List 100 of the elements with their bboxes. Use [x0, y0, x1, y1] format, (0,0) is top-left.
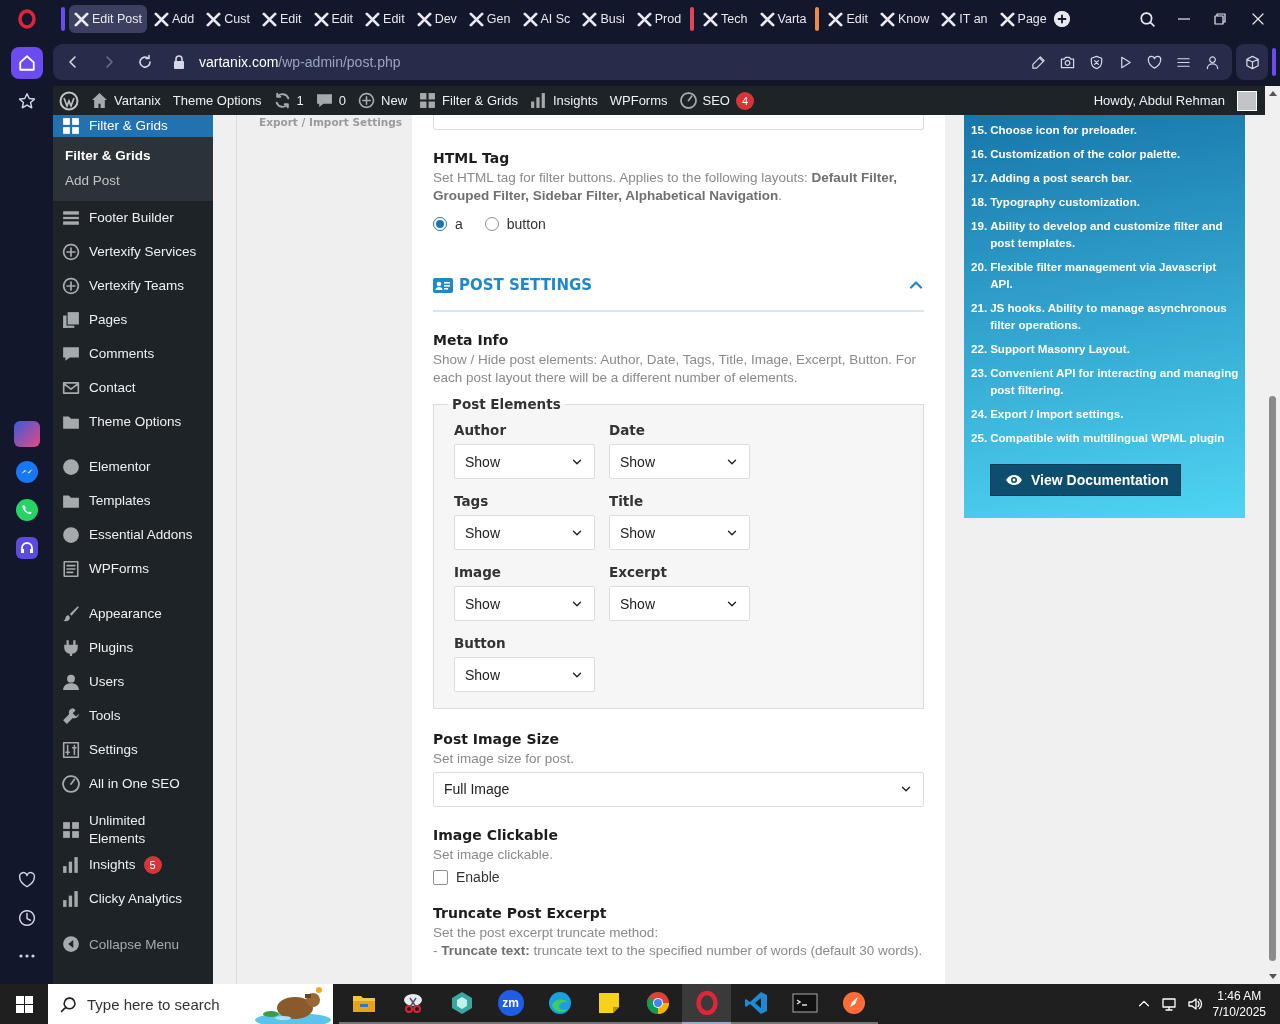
menu-item[interactable]: Footer Builder — [53, 201, 213, 235]
windows-logo[interactable] — [15, 995, 33, 1013]
field-description: Set image clickable. — [433, 845, 555, 863]
menu-item[interactable]: Pages — [53, 303, 213, 337]
scroll-down-icon[interactable] — [1268, 974, 1277, 980]
browser-tab[interactable]: AI Sc — [517, 5, 576, 33]
browser-tab[interactable]: Tech — [698, 5, 753, 33]
admin-bar-link[interactable]: 0 — [315, 92, 347, 109]
admin-bar-link[interactable]: SEO 4 — [679, 91, 754, 110]
menu-item[interactable]: Settings — [53, 733, 213, 767]
taskbar-button[interactable]: zm — [486, 984, 535, 1024]
select-field[interactable]: Show — [609, 515, 750, 550]
circle-icon — [61, 458, 81, 476]
headphones-icon[interactable] — [14, 535, 39, 560]
cross-logo-icon — [416, 11, 432, 27]
menu-item[interactable]: Theme Options — [53, 405, 213, 439]
new-tab-icon[interactable] — [1053, 11, 1070, 27]
logo-icon[interactable] — [59, 90, 79, 111]
app-icon[interactable] — [13, 420, 40, 447]
menu-item[interactable]: Elementor — [53, 450, 213, 484]
menu-item[interactable]: WPForms — [53, 552, 213, 586]
select-field[interactable]: Show — [454, 515, 595, 550]
menu-item[interactable]: Comments — [53, 337, 213, 371]
select-field[interactable]: Show — [609, 444, 750, 479]
home-button[interactable] — [10, 47, 43, 79]
menu-item[interactable]: Contact — [53, 371, 213, 405]
search-field[interactable]: Type here to search — [48, 984, 333, 1024]
radio-label[interactable]: button — [506, 216, 546, 232]
radio-label[interactable]: a — [455, 216, 463, 232]
menu-item[interactable]: Filter & Grids — [53, 115, 213, 137]
admin-bar-link[interactable]: Vartanix — [91, 92, 161, 109]
speech-bubble-icon — [61, 345, 81, 363]
clock-date[interactable]: 7/10/2025 — [1212, 1004, 1266, 1020]
select-field[interactable]: Show — [454, 657, 595, 692]
select-field[interactable]: Show — [454, 444, 595, 479]
browser-tab[interactable]: Edit — [360, 5, 410, 33]
submenu-item[interactable]: Filter & Grids — [53, 143, 151, 168]
menu-item[interactable]: Users — [53, 665, 213, 699]
speech-bubble-icon — [315, 92, 333, 109]
pinwheel-icon — [645, 991, 670, 1015]
select-field[interactable]: Full Image — [433, 771, 924, 807]
admin-bar-link[interactable]: WPForms — [609, 93, 668, 108]
section-title[interactable]: POST SETTINGS — [459, 276, 902, 294]
sliders-icon — [61, 741, 81, 759]
browser-tab[interactable]: Know — [875, 5, 935, 33]
menu-item[interactable]: Plugins — [53, 631, 213, 665]
checkbox[interactable] — [433, 869, 448, 885]
browser-tab[interactable]: Edit — [308, 5, 359, 33]
group-legend: Post Elements — [448, 396, 565, 412]
browser-tab[interactable]: Add — [149, 5, 200, 33]
browser-tab[interactable]: Cust — [201, 5, 255, 33]
avatar[interactable] — [1237, 90, 1257, 111]
phone-bubble-icon[interactable] — [14, 497, 39, 522]
menu-item[interactable]: Essential Addons — [53, 518, 213, 552]
browser-tab[interactable]: Edit Post — [69, 5, 148, 33]
menu-item[interactable]: Unlimited Elements — [53, 812, 213, 848]
greeting[interactable]: Howdy, Abdul Rehman — [1093, 93, 1225, 108]
menu-item[interactable]: Appearance — [53, 597, 213, 631]
clock-time[interactable]: 1:46 AM — [1217, 988, 1262, 1004]
select-field[interactable]: Show — [609, 586, 750, 621]
browser-tab[interactable]: IT an — [936, 5, 993, 33]
browser-tab[interactable]: Dev — [411, 5, 462, 33]
chat-bubble-icon[interactable] — [14, 459, 39, 484]
field-title: HTML Tag — [433, 150, 511, 166]
menu-item[interactable]: Tools — [53, 699, 213, 733]
submenu-item[interactable]: Add Post — [53, 168, 120, 193]
menu-item[interactable]: Templates — [53, 484, 213, 518]
more-icon[interactable] — [18, 954, 35, 958]
menu-item[interactable]: Clicky Analytics — [53, 882, 213, 916]
note-icon — [597, 992, 620, 1014]
sidebar-handle[interactable] — [1272, 48, 1276, 76]
rocket-icon — [841, 991, 866, 1015]
browser-tab[interactable]: Gen — [463, 5, 516, 33]
input-field[interactable] — [433, 115, 924, 130]
menu-item[interactable]: Vertexify Services — [53, 235, 213, 269]
browser-tab[interactable]: Busi — [577, 5, 630, 33]
ring-logo[interactable] — [17, 9, 36, 29]
menu-item[interactable]: Insights 5 — [53, 848, 213, 882]
menu-item[interactable]: Vertexify Teams — [53, 269, 213, 303]
admin-bar-link[interactable]: Insights — [529, 92, 598, 109]
browser-tab[interactable]: Edit — [823, 5, 873, 33]
cross-logo-icon — [582, 11, 598, 27]
select-field[interactable]: Show — [454, 586, 595, 621]
checkbox-label[interactable]: Enable — [456, 869, 500, 885]
view-documentation-button[interactable]: View Documentation — [990, 464, 1182, 496]
speaker-icon — [1186, 996, 1203, 1012]
admin-bar-link[interactable]: 1 — [273, 92, 304, 109]
browser-tab[interactable]: Edit — [257, 5, 307, 33]
scroll-up-icon[interactable] — [1268, 90, 1277, 96]
collapse-menu-button[interactable]: Collapse Menu — [53, 927, 213, 961]
edit-icon — [1031, 54, 1046, 70]
menu-item[interactable]: All in One SEO — [53, 767, 213, 801]
browser-tab[interactable]: Prod — [631, 5, 687, 33]
shield-icon — [1089, 54, 1104, 70]
browser-tab[interactable]: Varta — [754, 5, 812, 33]
admin-bar-link[interactable]: Filter & Grids — [419, 92, 518, 109]
browser-tab[interactable]: Page — [994, 5, 1052, 33]
admin-bar-link[interactable]: Theme Options — [172, 93, 262, 108]
admin-bar-link[interactable]: New — [358, 92, 408, 109]
bar-chart-icon — [61, 890, 81, 908]
